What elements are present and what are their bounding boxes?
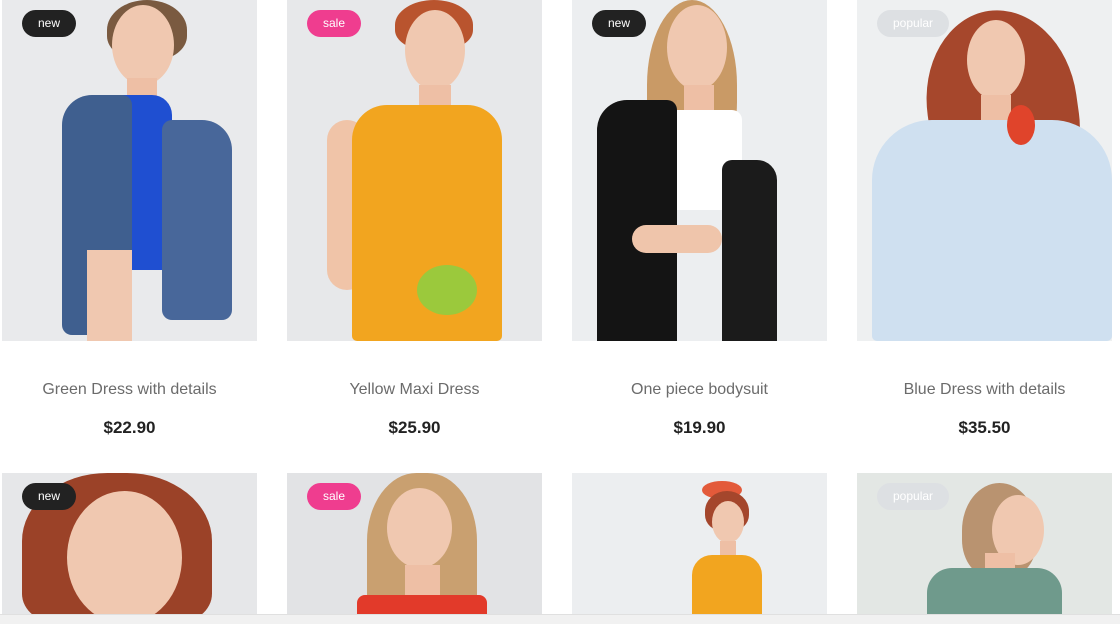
badge-sale: sale xyxy=(307,483,362,510)
product-grid: Green Dress with details $22.90 new Yell… xyxy=(0,0,1120,624)
badge-new: new xyxy=(592,10,647,37)
product-card[interactable]: sale xyxy=(287,473,542,624)
product-image[interactable] xyxy=(572,0,827,341)
product-card[interactable] xyxy=(572,473,827,624)
product-title[interactable]: Yellow Maxi Dress xyxy=(287,380,542,400)
product-price: $25.90 xyxy=(388,418,441,437)
product-price: $35.50 xyxy=(958,418,1011,437)
product-card[interactable]: Blue Dress with details $35.50 popular xyxy=(857,0,1112,438)
badge-new: new xyxy=(22,10,77,37)
product-image[interactable] xyxy=(572,473,827,624)
badge-sale: sale xyxy=(307,10,362,37)
product-title[interactable]: One piece bodysuit xyxy=(572,380,827,400)
product-title[interactable]: Green Dress with details xyxy=(2,380,257,400)
product-image[interactable] xyxy=(287,0,542,341)
product-image[interactable] xyxy=(2,0,257,341)
product-price: $19.90 xyxy=(673,418,726,437)
horizontal-scrollbar[interactable] xyxy=(0,614,1120,624)
badge-new: new xyxy=(22,483,77,510)
product-card[interactable]: One piece bodysuit $19.90 new xyxy=(572,0,827,438)
product-price: $22.90 xyxy=(103,418,156,437)
product-card[interactable]: Yellow Maxi Dress $25.90 sale xyxy=(287,0,542,438)
product-image[interactable] xyxy=(857,0,1112,341)
product-title[interactable]: Blue Dress with details xyxy=(857,380,1112,400)
badge-popular: popular xyxy=(877,483,950,510)
product-card[interactable]: popular xyxy=(857,473,1112,624)
product-card[interactable]: Green Dress with details $22.90 new xyxy=(2,0,257,438)
badge-popular: popular xyxy=(877,10,950,37)
product-card[interactable]: new xyxy=(2,473,257,624)
